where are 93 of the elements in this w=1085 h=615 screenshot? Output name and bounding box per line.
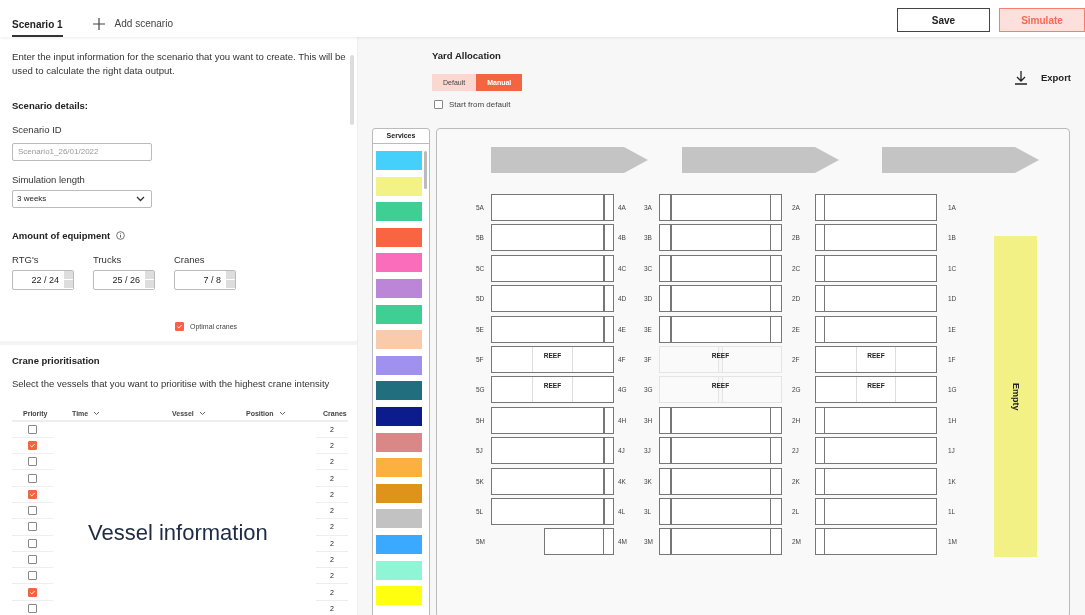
empty-lane: Empty xyxy=(994,236,1037,557)
yard-block[interactable] xyxy=(491,254,614,282)
yard-block[interactable] xyxy=(659,194,782,221)
service-swatch[interactable] xyxy=(376,227,422,247)
section-title: Yard Allocation xyxy=(432,50,502,61)
service-swatch[interactable] xyxy=(376,278,422,298)
add-scenario-button[interactable]: Add scenario xyxy=(92,0,173,37)
checkbox[interactable] xyxy=(28,440,37,450)
yard-block[interactable] xyxy=(815,528,937,556)
checkbox[interactable] xyxy=(28,538,37,548)
section-title: Crane prioritisation xyxy=(12,354,101,366)
chevron-down-icon xyxy=(278,410,286,416)
service-swatch[interactable] xyxy=(376,560,422,580)
yard-block[interactable] xyxy=(815,315,937,343)
export-button[interactable]: Export xyxy=(1013,70,1071,85)
yard-block[interactable] xyxy=(491,467,614,495)
download-icon xyxy=(1013,70,1028,85)
checkbox[interactable] xyxy=(28,457,37,467)
yard-block[interactable] xyxy=(659,254,782,282)
scenario-id-field[interactable]: Scenario1_26/01/2022 xyxy=(12,142,152,161)
field-label: RTG's xyxy=(12,253,40,265)
field-label: Cranes xyxy=(174,253,206,265)
checkbox[interactable] xyxy=(28,603,37,613)
chevron-down-icon xyxy=(93,410,101,416)
field-label: Simulation length xyxy=(12,173,86,185)
section-title: Scenario details: xyxy=(12,100,90,111)
yard-block[interactable] xyxy=(491,315,614,343)
checkbox[interactable] xyxy=(28,522,37,532)
checkbox-label: Start from default xyxy=(449,100,511,109)
yard-block[interactable] xyxy=(815,285,937,313)
checkbox[interactable] xyxy=(28,489,37,499)
yard-block[interactable] xyxy=(491,497,614,525)
service-swatch[interactable] xyxy=(376,202,422,222)
service-swatch[interactable] xyxy=(376,304,422,324)
yard-block[interactable] xyxy=(815,497,937,525)
chevron-down-icon xyxy=(198,410,206,416)
number-stepper[interactable]: 22 / 24 xyxy=(12,269,74,290)
service-swatch[interactable] xyxy=(376,253,422,273)
checkbox[interactable] xyxy=(28,506,37,516)
service-swatch[interactable] xyxy=(376,355,422,375)
section-title: Amount of equipment xyxy=(12,229,111,241)
chevron-down-icon xyxy=(136,195,145,202)
yard-block[interactable] xyxy=(659,467,782,495)
description-text: Select the vessels that you want to prioritise with the highest crane intensity xyxy=(12,377,331,389)
checkbox[interactable] xyxy=(434,100,443,109)
yard-block[interactable] xyxy=(491,437,614,465)
yard-block[interactable] xyxy=(491,194,614,221)
yard-block[interactable] xyxy=(815,437,937,465)
service-swatch[interactable] xyxy=(376,483,422,503)
field-label: Scenario ID xyxy=(12,124,63,135)
service-swatch[interactable] xyxy=(376,381,422,401)
plus-icon xyxy=(92,17,105,30)
yard-block[interactable] xyxy=(491,224,614,252)
yard-block[interactable] xyxy=(659,285,782,313)
info-icon[interactable] xyxy=(116,230,126,240)
number-stepper[interactable]: 25 / 26 xyxy=(93,269,155,290)
service-swatch[interactable] xyxy=(376,509,422,529)
service-swatch[interactable] xyxy=(376,406,422,426)
yard-block[interactable] xyxy=(815,194,937,221)
vessel-information-label: Vessel information xyxy=(88,519,268,546)
yard-block[interactable] xyxy=(659,224,782,252)
yard-block[interactable] xyxy=(659,437,782,465)
simulation-length-dropdown[interactable]: 3 weeks xyxy=(12,189,152,208)
checkbox[interactable] xyxy=(28,571,37,581)
yard-block[interactable] xyxy=(815,224,937,252)
checkbox[interactable] xyxy=(175,321,184,331)
yard-block[interactable] xyxy=(815,467,937,495)
checkbox[interactable] xyxy=(28,424,37,434)
yard-block[interactable] xyxy=(659,315,782,343)
yard-block[interactable] xyxy=(491,406,614,434)
yard-block[interactable] xyxy=(544,528,614,556)
service-swatch[interactable] xyxy=(376,534,422,554)
yard-block[interactable] xyxy=(815,406,937,434)
field-label: Trucks xyxy=(93,253,123,265)
yard-block[interactable] xyxy=(659,528,782,556)
checkbox[interactable] xyxy=(28,587,37,597)
number-stepper[interactable]: 7 / 8 xyxy=(174,269,236,290)
service-swatch[interactable] xyxy=(376,432,422,452)
checkbox[interactable] xyxy=(28,555,37,564)
service-swatch[interactable] xyxy=(376,176,422,196)
scrollbar[interactable] xyxy=(350,55,354,125)
checkbox[interactable] xyxy=(28,473,37,483)
save-button[interactable]: Save xyxy=(897,8,990,32)
yard-block[interactable] xyxy=(815,254,937,282)
scrollbar[interactable] xyxy=(424,151,427,189)
service-swatch[interactable] xyxy=(376,586,422,606)
intro-text: Enter the input information for the scenario that you want to create. This will be used to calculate the right data output. xyxy=(12,50,347,78)
service-swatch[interactable] xyxy=(376,458,422,478)
yard-block[interactable] xyxy=(659,497,782,525)
service-swatch[interactable] xyxy=(376,151,422,170)
yard-block[interactable] xyxy=(491,285,614,313)
service-swatch[interactable] xyxy=(376,330,422,350)
yard-block[interactable] xyxy=(659,406,782,434)
